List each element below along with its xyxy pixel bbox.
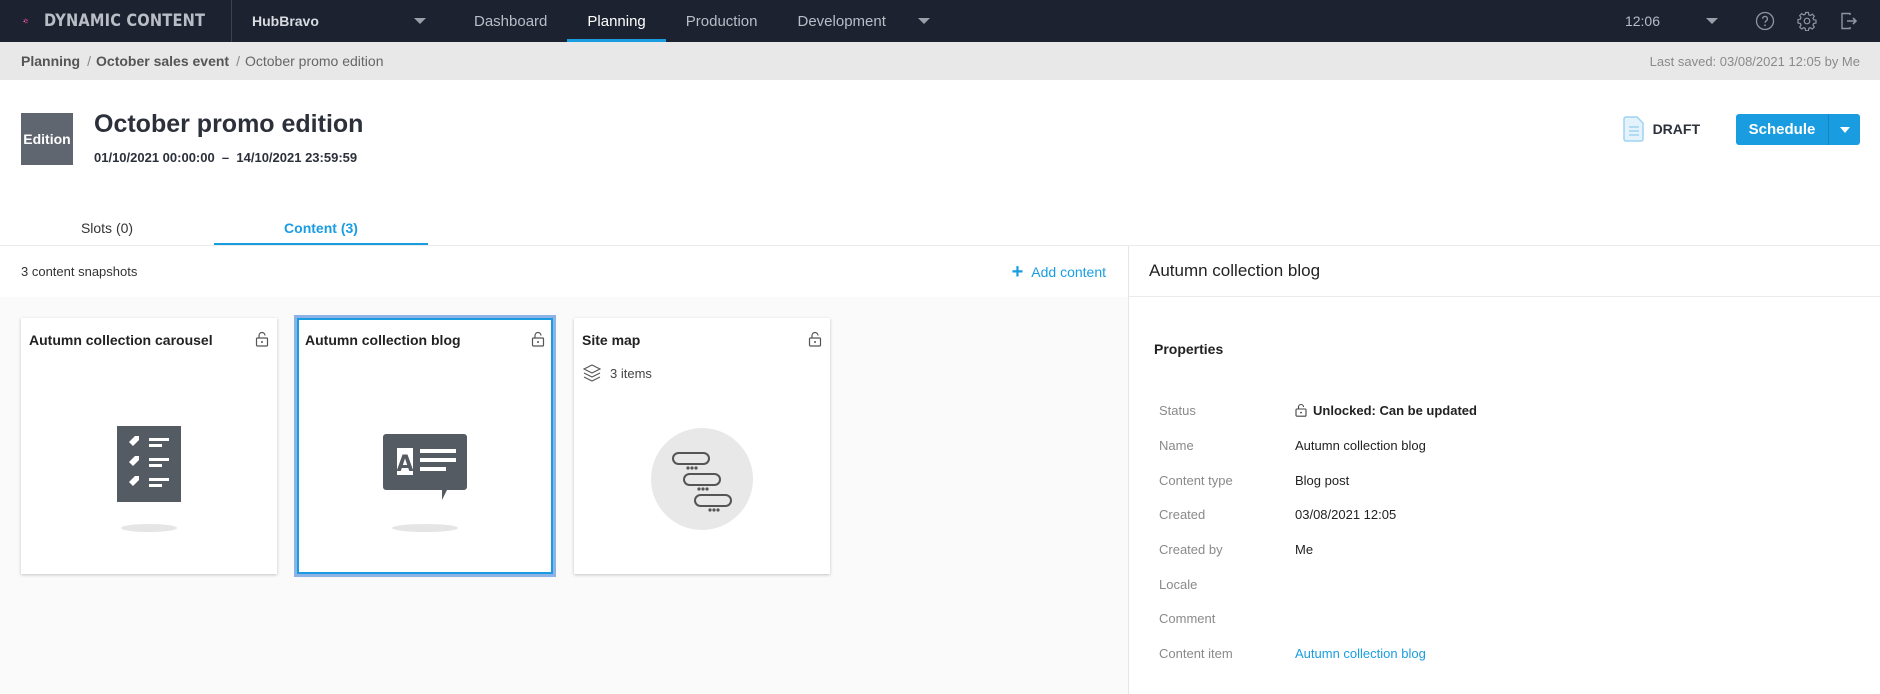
clock: 12:06 — [1624, 13, 1660, 29]
content-item-link[interactable]: Autumn collection blog — [1295, 646, 1426, 661]
nav-label: Planning — [587, 12, 646, 30]
property-value: Autumn collection blog — [1295, 437, 1426, 453]
page-title: October promo edition — [94, 110, 364, 138]
property-name: Name Autumn collection blog — [1159, 435, 1426, 455]
content-card-selected[interactable]: Autumn collection blog A — [294, 315, 556, 577]
unlocked-icon — [255, 331, 269, 347]
chevron-down-icon — [917, 18, 930, 24]
status-badge: DRAFT — [1622, 116, 1700, 142]
hierarchy-icon — [651, 428, 753, 530]
nav-production[interactable]: Production — [666, 0, 778, 42]
top-right-controls: 12:06 — [1625, 0, 1880, 42]
property-label: Content type — [1159, 472, 1233, 488]
content-card[interactable]: Autumn collection carousel — [21, 318, 277, 574]
nav-planning[interactable]: Planning — [567, 0, 667, 42]
breadcrumb-event[interactable]: October sales event — [96, 53, 229, 69]
property-label: Name — [1159, 437, 1194, 453]
help-icon[interactable] — [1754, 10, 1776, 32]
tab-bar: Slots (0) Content (3) — [0, 210, 1128, 245]
layers-icon — [582, 364, 602, 382]
details-title: Autumn collection blog — [1129, 246, 1880, 297]
property-created-by: Created by Me — [1159, 539, 1313, 559]
item-count: 3 items — [610, 365, 652, 381]
timezone-dropdown-icon[interactable] — [1706, 18, 1718, 24]
property-locale: Locale — [1159, 574, 1295, 594]
edition-dates: 01/10/2021 00:00:00 – 14/10/2021 23:59:5… — [94, 150, 358, 165]
nav-label: Dashboard — [474, 12, 548, 30]
plus-icon: + — [1011, 260, 1024, 283]
schedule-dropdown-button[interactable] — [1829, 114, 1860, 145]
card-title: Autumn collection blog — [305, 332, 461, 348]
details-panel: Autumn collection blog Properties Status… — [1129, 246, 1880, 694]
status-text: Unlocked: Can be updated — [1313, 402, 1477, 418]
tab-content[interactable]: Content (3) — [214, 210, 428, 245]
card-title: Site map — [582, 332, 641, 348]
properties-heading: Properties — [1154, 341, 1224, 357]
property-label: Comment — [1159, 610, 1216, 626]
breadcrumb: Planning / October sales event / October… — [0, 42, 1880, 80]
property-content-type: Content type Blog post — [1159, 470, 1349, 490]
property-label: Locale — [1159, 576, 1198, 592]
property-label: Content item — [1159, 645, 1233, 661]
unlocked-icon — [1295, 403, 1307, 417]
property-label: Status — [1159, 402, 1196, 418]
schedule-split-button: Schedule — [1736, 114, 1860, 145]
add-content-label: Add content — [1031, 263, 1106, 280]
top-nav-bar: DYNAMIC CONTENT HubBravo Dashboard Plann… — [0, 0, 1880, 42]
brand-name: DYNAMIC CONTENT — [43, 11, 205, 31]
content-list-panel: 3 content snapshots + Add content Autumn… — [0, 246, 1128, 694]
nav-label: Production — [685, 12, 758, 30]
card-title: Autumn collection carousel — [29, 332, 213, 348]
icon-shadow — [392, 524, 458, 532]
dynamic-content-logo-icon — [22, 18, 29, 24]
property-created: Created 03/08/2021 12:05 — [1159, 504, 1396, 524]
property-value: 03/08/2021 12:05 — [1295, 506, 1397, 522]
content-list-header: 3 content snapshots + Add content — [0, 246, 1128, 297]
hub-selector[interactable]: HubBravo — [232, 0, 442, 42]
content-grid: Autumn collection carousel Autumn collec… — [0, 297, 1128, 694]
unlocked-icon — [808, 331, 822, 347]
snapshot-count: 3 content snapshots — [21, 264, 138, 279]
property-value: Unlocked: Can be updated — [1295, 403, 1477, 418]
svg-text:A: A — [396, 452, 413, 477]
last-saved: Last saved: 03/08/2021 12:05 by Me — [1649, 53, 1860, 69]
carousel-icon — [117, 426, 181, 502]
edition-badge: Edition — [21, 113, 73, 165]
hub-name: HubBravo — [252, 13, 319, 29]
nav-dashboard[interactable]: Dashboard — [454, 0, 567, 42]
schedule-button[interactable]: Schedule — [1736, 114, 1829, 145]
chevron-down-icon — [1839, 126, 1850, 133]
breadcrumb-separator: / — [236, 53, 240, 69]
blog-icon: A — [383, 434, 467, 500]
brand: DYNAMIC CONTENT — [0, 0, 232, 42]
property-comment: Comment — [1159, 608, 1295, 628]
icon-shadow — [121, 524, 177, 532]
chevron-down-icon — [414, 18, 426, 24]
status-label: DRAFT — [1652, 121, 1700, 137]
property-label: Created by — [1159, 541, 1223, 557]
property-value: Blog post — [1295, 472, 1350, 488]
property-status: Status Unlocked: Can be updated — [1159, 400, 1477, 420]
edition-header: Edition October promo edition 01/10/2021… — [0, 80, 1880, 200]
add-content-button[interactable]: + Add content — [1012, 246, 1106, 297]
card-meta: 3 items — [582, 363, 652, 383]
breadcrumb-edition: October promo edition — [244, 53, 384, 69]
logout-icon[interactable] — [1838, 10, 1860, 32]
content-card[interactable]: Site map 3 items — [574, 318, 830, 574]
unlocked-icon — [531, 331, 545, 347]
breadcrumb-planning[interactable]: Planning — [21, 53, 80, 69]
main-nav: Dashboard Planning Production Developmen… — [454, 0, 942, 42]
breadcrumb-separator: / — [87, 53, 92, 69]
property-value: Me — [1295, 541, 1314, 557]
nav-more-button[interactable] — [906, 0, 942, 42]
property-content-item: Content item Autumn collection blog — [1159, 643, 1426, 663]
nav-label: Development — [797, 12, 886, 30]
nav-development[interactable]: Development — [778, 0, 906, 42]
property-label: Created — [1159, 506, 1206, 522]
tab-slots[interactable]: Slots (0) — [0, 210, 214, 245]
draft-document-icon — [1622, 116, 1644, 142]
gear-icon[interactable] — [1796, 10, 1818, 32]
